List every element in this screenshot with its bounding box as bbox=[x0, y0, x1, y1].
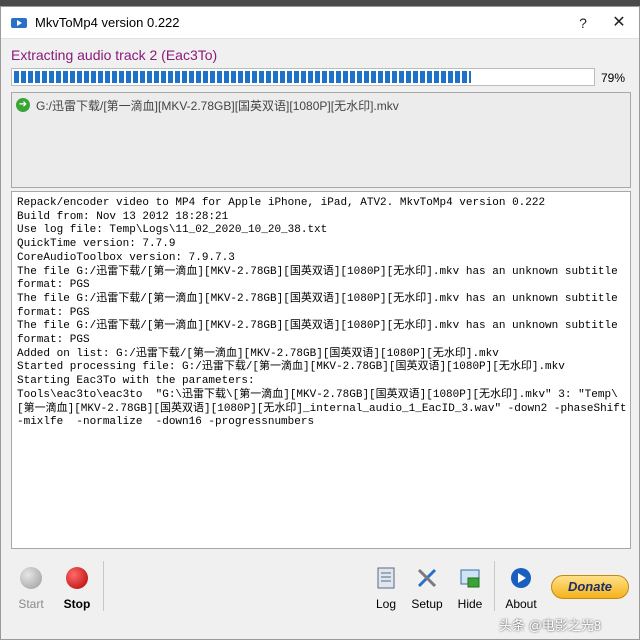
about-play-icon bbox=[511, 568, 531, 588]
hide-window-icon bbox=[460, 569, 480, 588]
log-line: The file G:/迅雷下载/[第一滴血][MKV-2.78GB][国英双语… bbox=[17, 265, 625, 292]
log-line: QuickTime version: 7.7.9 bbox=[17, 238, 176, 251]
list-item[interactable]: ➜ G:/迅雷下载/[第一滴血][MKV-2.78GB][国英双语][1080P… bbox=[16, 97, 399, 113]
start-label: Start bbox=[18, 597, 44, 611]
status-label: Extracting audio track 2 (Eac3To) bbox=[11, 47, 218, 63]
log-line: The file G:/迅雷下载/[第一滴血][MKV-2.78GB][国英双语… bbox=[17, 292, 625, 319]
title-bar: MkvToMp4 version 0.222 ? ✕ bbox=[1, 7, 639, 39]
stop-icon bbox=[66, 567, 88, 589]
about-label: About bbox=[505, 597, 537, 611]
progress-bar bbox=[11, 68, 595, 86]
start-button[interactable]: Start bbox=[11, 563, 51, 619]
log-line: Use log file: Temp\Logs\11_02_2020_10_20… bbox=[17, 224, 328, 237]
toolbar-divider bbox=[494, 561, 495, 611]
watermark-text: 头条 @电影之光8 bbox=[499, 618, 602, 633]
help-button[interactable]: ? bbox=[569, 9, 597, 37]
log-line: Repack/encoder video to MP4 for Apple iP… bbox=[17, 197, 546, 209]
log-line: Tools\eac3to\eac3to "G:\迅雷下载\[第一滴血][MKV-… bbox=[17, 388, 634, 429]
about-button[interactable]: About bbox=[501, 563, 541, 619]
log-line: Starting Eac3To with the parameters: bbox=[17, 375, 255, 388]
log-output[interactable]: Repack/encoder video to MP4 for Apple iP… bbox=[11, 191, 631, 549]
app-icon bbox=[11, 18, 27, 28]
log-text: Repack/encoder video to MP4 for Apple iP… bbox=[17, 197, 627, 430]
app-window: MkvToMp4 version 0.222 ? ✕ Extracting au… bbox=[0, 6, 640, 640]
hide-label: Hide bbox=[457, 597, 483, 611]
log-line: CoreAudioToolbox version: 7.9.7.3 bbox=[17, 251, 235, 264]
progress-fill bbox=[14, 71, 471, 83]
stop-button[interactable]: Stop bbox=[57, 563, 97, 619]
file-queue-list[interactable]: ➜ G:/迅雷下载/[第一滴血][MKV-2.78GB][国英双语][1080P… bbox=[11, 92, 631, 188]
green-arrow-icon: ➜ bbox=[16, 98, 30, 112]
tools-icon bbox=[417, 568, 437, 588]
log-button[interactable]: Log bbox=[366, 563, 406, 619]
toolbar-divider bbox=[103, 561, 104, 611]
progress-percent: 79% bbox=[601, 71, 626, 85]
close-button[interactable]: ✕ bbox=[603, 9, 635, 37]
setup-button[interactable]: Setup bbox=[407, 563, 447, 619]
start-icon bbox=[20, 567, 42, 589]
setup-label: Setup bbox=[411, 597, 443, 611]
hide-button[interactable]: Hide bbox=[450, 563, 490, 619]
log-label: Log bbox=[375, 597, 397, 611]
stop-label: Stop bbox=[63, 597, 91, 611]
donate-button[interactable]: Donate bbox=[551, 575, 629, 599]
log-line: Added on list: G:/迅雷下载/[第一滴血][MKV-2.78GB… bbox=[17, 347, 499, 360]
log-file-icon bbox=[377, 567, 395, 589]
file-name: G:/迅雷下载/[第一滴血][MKV-2.78GB][国英双语][1080P][… bbox=[36, 98, 399, 113]
log-line: Build from: Nov 13 2012 18:28:21 bbox=[17, 210, 229, 223]
toolbar: Start Stop Log Setup Hide About Donate 头… bbox=[1, 555, 639, 639]
window-title: MkvToMp4 version 0.222 bbox=[35, 15, 180, 30]
log-line: Started processing file: G:/迅雷下载/[第一滴血][… bbox=[17, 361, 565, 374]
log-line: The file G:/迅雷下载/[第一滴血][MKV-2.78GB][国英双语… bbox=[17, 320, 625, 347]
